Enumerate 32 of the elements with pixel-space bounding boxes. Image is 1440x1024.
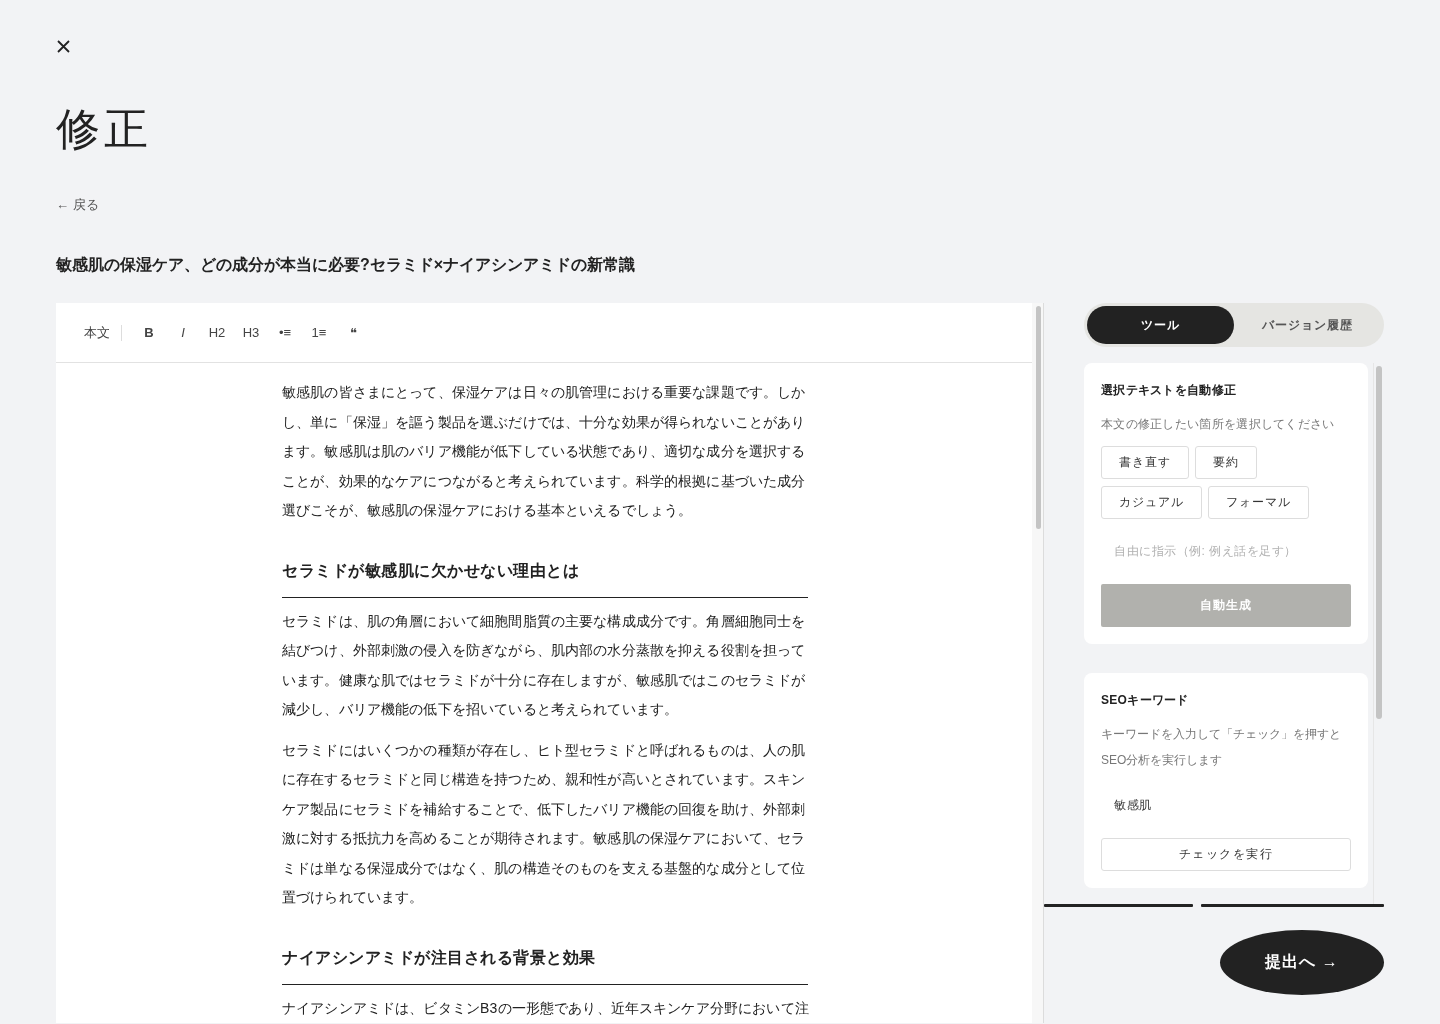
body-paragraph: セラミドは、肌の角層において細胞間脂質の主要な構成成分です。角層細胞同士を結びつけ、外部刺激の侵入を防ぎながら、肌内部の水分蒸散を抑える役割を担っています。健康な肌ではセラミドが十分に存在しますが、敏感肌ではこのセラミドが減少し、バリア機能の低下を招いていると考えられています。 bbox=[282, 611, 807, 719]
toolbar-button[interactable]: H3 bbox=[234, 318, 268, 347]
card-description: キーワードを入力して「チェック」を押すとSEO分析を実行します bbox=[1101, 726, 1342, 769]
body-paragraph: ナイアシンアミドは、ビタミンB3の一形態であり、近年スキンケア分野において注 bbox=[282, 998, 808, 1018]
tab[interactable]: ツール bbox=[1087, 306, 1234, 344]
body-paragraph: 敏感肌の皆さまにとって、保湿ケアは日々の肌管理における重要な課題です。しかし、単に「保湿」を謳う製品を選ぶだけでは、十分な効果が得られないことがあります。敏感肌は肌のバリア機能が低下している状態であり、適切な成分を選択することが、効果的なケアにつながると考えられています。科学的根拠に基づいた成分選びこそが、敏感肌の保湿ケアにおける基本といえるでしょう。 bbox=[282, 383, 807, 520]
check-button[interactable]: チェックを実行 bbox=[1101, 838, 1351, 871]
toolbar-button[interactable]: H2 bbox=[200, 318, 234, 347]
section-heading: セラミドが敏感肌に欠かせない理由とは bbox=[282, 558, 808, 598]
toolbar-button[interactable]: B bbox=[132, 318, 166, 347]
scrollbar-thumb[interactable] bbox=[1376, 366, 1382, 719]
scrollbar-thumb[interactable] bbox=[1036, 306, 1041, 529]
option-button[interactable]: 要約 bbox=[1195, 446, 1257, 479]
body-paragraph: セラミドにはいくつかの種類が存在し、ヒト型セラミドと呼ばれるものは、人の肌に存在するセラミドと同じ構造を持つため、親和性が高いとされています。スキンケア製品にセラミドを補給することで、低下したバリア機能の回復を助け、外部刺激に対する抵抗力を高めることが期待されます。敏感肌の保湿ケアにおいて、セラミドは単なる保湿成分ではなく、肌の構造そのものを支える基盤的な成分として位置づけられています。 bbox=[282, 740, 807, 907]
card-description: 本文の修正したい箇所を選択してください bbox=[1101, 416, 1336, 433]
option-button[interactable]: フォーマル bbox=[1208, 486, 1309, 519]
page-title: 修正 bbox=[56, 104, 153, 156]
toolbar-button[interactable]: 本文 bbox=[84, 318, 110, 347]
close-icon[interactable] bbox=[57, 40, 70, 53]
section-heading: ナイアシンアミドが注目される背景と効果 bbox=[282, 945, 808, 985]
submit-button[interactable]: 提出へ → bbox=[1220, 930, 1384, 995]
card-title: 選択テキストを自動修正 bbox=[1101, 382, 1238, 399]
back-link[interactable]: ← 戻る bbox=[56, 195, 99, 215]
toolbar-button[interactable]: I bbox=[166, 318, 200, 347]
toolbar-button[interactable]: 1≡ bbox=[302, 318, 336, 347]
option-button[interactable]: カジュアル bbox=[1101, 486, 1202, 519]
toolbar-button[interactable]: •≡ bbox=[268, 318, 302, 347]
card-title: SEOキーワード bbox=[1101, 692, 1190, 709]
toolbar-button[interactable]: ❝ bbox=[336, 318, 370, 347]
tab[interactable]: バージョン履歴 bbox=[1234, 306, 1381, 344]
article-title: 敏感肌の保湿ケア、どの成分が本当に必要?セラミド×ナイアシンアミドの新常識 bbox=[56, 255, 637, 275]
option-button[interactable]: 書き直す bbox=[1101, 446, 1189, 479]
